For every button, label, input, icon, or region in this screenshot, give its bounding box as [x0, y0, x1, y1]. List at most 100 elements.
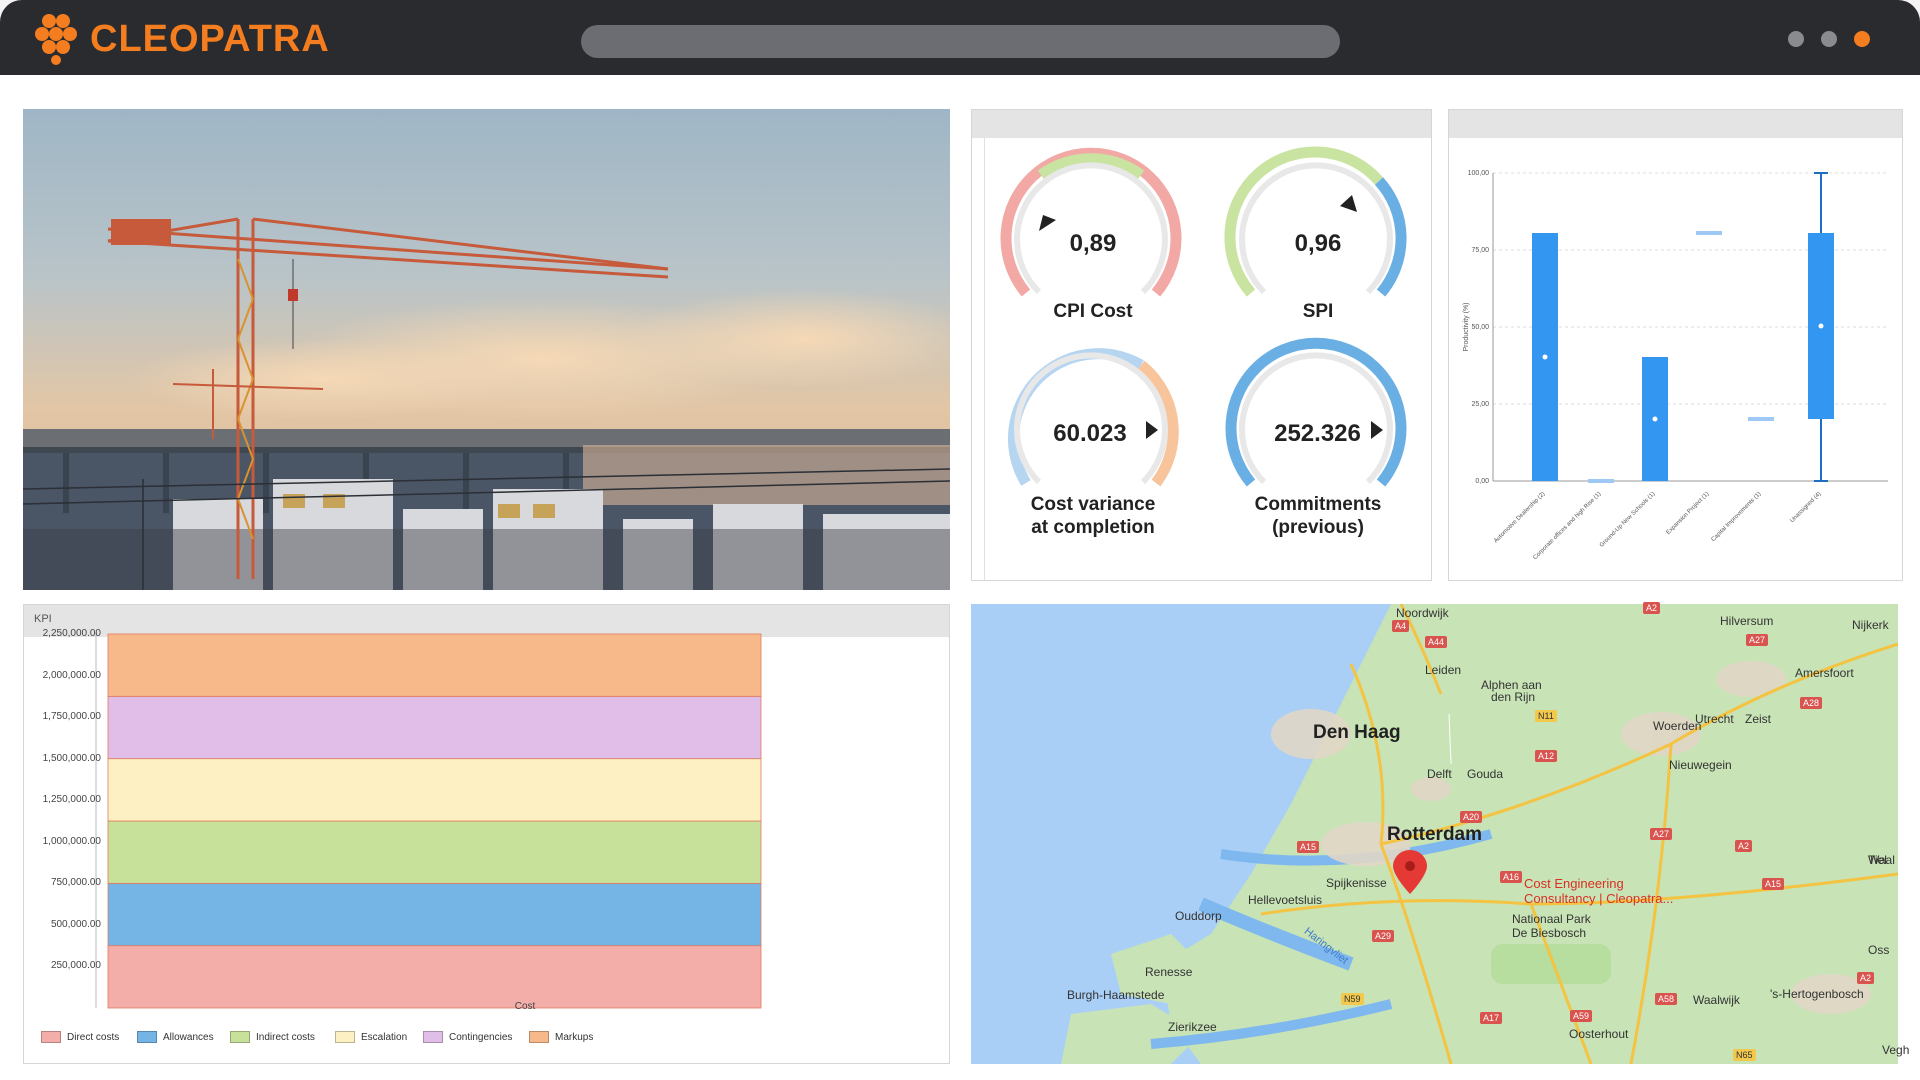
boxplot-chart: Productivity (%) 0,00 25,00 50,00 75,00 100,… — [1463, 170, 1888, 561]
boxplot-ytick: 75,00 — [1471, 247, 1489, 254]
map-place-label: Burgh-Haamstede — [1067, 988, 1165, 1002]
map-place-label: Nationaal Park — [1512, 912, 1591, 926]
map-road-shield: A44 — [1425, 636, 1448, 648]
map-place-label: 's-Hertogenbosch — [1770, 987, 1864, 1001]
map-place-label: Renesse — [1145, 965, 1193, 979]
kpi-bar-allowances[interactable] — [107, 882, 762, 947]
kpi-bar-direct-costs[interactable] — [107, 945, 762, 1009]
cost-variance-label-line2: at completion — [1031, 517, 1155, 538]
map-place-label: Nieuwegein — [1669, 758, 1732, 772]
map-place-label: Leiden — [1425, 663, 1462, 677]
commitments-gauge-arc — [1225, 337, 1407, 487]
map-road-shield: A2 — [1643, 602, 1661, 614]
cost-variance-label-line1: Cost variance — [1030, 494, 1156, 515]
legend-label: Escalation — [361, 1032, 408, 1043]
map-place-label: Amersfoort — [1795, 666, 1854, 680]
cost-variance-gauge-arc — [1008, 348, 1144, 486]
kpi-ytick: 1,500,000.00 — [42, 752, 101, 764]
box-corporate[interactable] — [1588, 479, 1614, 483]
map-road-shield: A2 — [1735, 840, 1753, 852]
map-place-label: Gouda — [1467, 767, 1504, 781]
map-road-shield: A12 — [1535, 750, 1558, 762]
kpi-xlabel: Cost — [514, 1001, 536, 1012]
map-place-label: De Biesbosch — [1512, 926, 1587, 940]
window-maximize-button[interactable] — [1821, 31, 1837, 47]
cleopatra-logo-icon — [35, 14, 77, 65]
map-road-shield: N59 — [1341, 993, 1364, 1005]
kpi-bar-indirect-costs[interactable] — [107, 820, 762, 884]
boxplot-category-label: Expansion Project (1) — [1666, 491, 1711, 536]
map-place-label: Waalwijk — [1693, 993, 1740, 1007]
cost-variance-value: 60.023 — [1053, 420, 1127, 447]
map-road-shield: A15 — [1762, 878, 1785, 890]
map-place-label: Delft — [1427, 767, 1452, 781]
address-bar[interactable] — [581, 25, 1340, 58]
boxplot-ylabel: Productivity (%) — [1463, 302, 1470, 351]
map-place-label: Woerden — [1653, 719, 1702, 733]
legend-swatch — [230, 1031, 250, 1043]
cpi-cost-pointer-icon — [1039, 215, 1056, 231]
map-place-label: Zeist — [1745, 712, 1772, 726]
boxplot-ytick: 25,00 — [1471, 401, 1489, 408]
legend-label: Direct costs — [67, 1032, 120, 1043]
legend-swatch — [423, 1031, 443, 1043]
map-place-label: Noordwijk — [1396, 606, 1449, 620]
legend-label: Allowances — [163, 1032, 214, 1043]
boxplot-category-label: Ground-Up New Schools (1) — [1599, 491, 1657, 549]
kpi-ytick: 1,250,000.00 — [42, 794, 101, 806]
kpi-bar-escalation[interactable] — [107, 758, 762, 822]
map-city-label: Rotterdam — [1387, 824, 1483, 845]
map-road-shield: A29 — [1372, 930, 1395, 942]
kpi-ytick: 2,000,000.00 — [42, 669, 101, 681]
map-road-shield: A17 — [1480, 1012, 1503, 1024]
map-place-label: Ouddorp — [1175, 909, 1222, 923]
map-marker-label[interactable]: Consultancy | Cleopatra... — [1524, 891, 1673, 906]
app-top-bar: CLEOPATRA — [0, 0, 1920, 75]
legend-label: Indirect costs — [256, 1032, 315, 1043]
commitments-label-line1: Commitments — [1254, 494, 1382, 515]
box-expansion[interactable] — [1696, 231, 1722, 235]
map-marker-label[interactable]: Cost Engineering — [1524, 876, 1624, 891]
spi-pointer-icon — [1340, 195, 1357, 212]
map-road-shield: A20 — [1460, 811, 1483, 823]
map-place-label: Nijkerk — [1852, 618, 1889, 632]
cpi-cost-label: CPI Cost — [1053, 301, 1133, 322]
map-road-shield: N65 — [1733, 1049, 1756, 1061]
map-place-label: Hilversum — [1720, 614, 1774, 628]
kpi-bar-markups[interactable] — [107, 633, 762, 697]
cpi-cost-value: 0,89 — [1069, 230, 1117, 257]
map-road-shield: A28 — [1800, 697, 1823, 709]
kpi-ytick: 1,750,000.00 — [42, 711, 101, 723]
kpi-ytick: 1,000,000.00 — [42, 835, 101, 847]
map-place-label: den Rijn — [1491, 690, 1536, 704]
legend-label: Markups — [555, 1032, 594, 1043]
map-place-label: Spijkenisse — [1326, 876, 1387, 890]
boxplot-category-label: Capital Improvements (1) — [1711, 491, 1763, 543]
map-road-shield: A58 — [1655, 993, 1678, 1005]
map-road-shield: A27 — [1746, 634, 1769, 646]
kpi-ytick: 750,000.00 — [50, 877, 101, 889]
map-road-shield: A4 — [1392, 620, 1410, 632]
map-place-label: Vegh — [1882, 1043, 1910, 1057]
map-place-label: Oosterhout — [1569, 1027, 1629, 1041]
cpi-cost-gauge-arc — [1000, 147, 1182, 297]
map-road-shield: N11 — [1535, 710, 1557, 722]
legend-swatch — [529, 1031, 549, 1043]
boxplot-ytick: 100,00 — [1468, 170, 1490, 177]
spi-label: SPI — [1302, 301, 1334, 322]
map-place-label: Hellevoetsluis — [1248, 893, 1323, 907]
legend-swatch — [335, 1031, 355, 1043]
map-city-label: Den Haag — [1313, 722, 1401, 743]
map-road-shield: A2 — [1857, 972, 1875, 984]
cost-variance-pointer-icon — [1146, 421, 1158, 439]
window-minimize-button[interactable] — [1788, 31, 1804, 47]
box-capital[interactable] — [1748, 417, 1774, 421]
kpi-ytick: 2,250,000.00 — [42, 628, 101, 639]
kpi-stacked-bar-chart — [95, 632, 762, 1009]
kpi-ytick: 500,000.00 — [50, 918, 101, 930]
legend-label: Contingencies — [449, 1032, 513, 1043]
kpi-ytick: 250,000.00 — [50, 960, 101, 972]
window-close-button[interactable] — [1854, 31, 1870, 47]
legend-swatch — [41, 1031, 61, 1043]
kpi-bar-contingencies[interactable] — [107, 695, 762, 760]
